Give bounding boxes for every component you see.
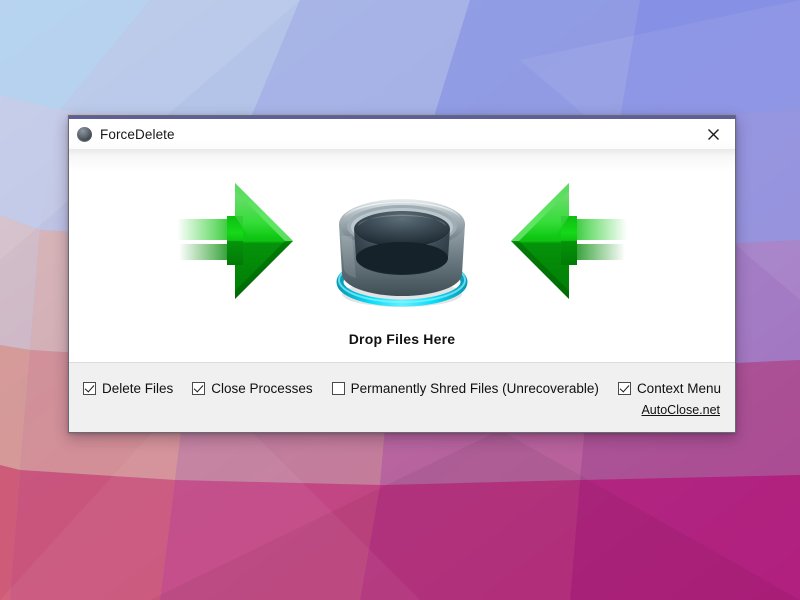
options-footer: Delete Files Close Processes Permanently… xyxy=(69,362,735,432)
forcedelete-window: ForceDelete Drop Files Here Delete Files… xyxy=(68,115,736,433)
autoclose-link[interactable]: AutoClose.net xyxy=(641,403,720,417)
checkbox-delete-files[interactable] xyxy=(83,381,96,395)
option-label-close-processes: Close Processes xyxy=(211,380,313,396)
drop-zone[interactable]: Drop Files Here xyxy=(69,149,735,362)
option-label-delete-files: Delete Files xyxy=(102,380,174,396)
green-arrow-left-icon xyxy=(497,168,647,318)
checkbox-permanently-shred-files[interactable] xyxy=(331,381,345,395)
option-label-context-menu: Context Menu xyxy=(636,380,721,396)
link-row: AutoClose.net xyxy=(83,403,721,417)
option-delete-files[interactable]: Delete Files xyxy=(83,381,173,396)
recycle-bin-icon xyxy=(327,173,477,313)
titlebar: ForceDelete xyxy=(69,116,735,149)
checkbox-context-menu[interactable] xyxy=(617,381,631,395)
drop-zone-icons xyxy=(69,163,735,323)
drop-files-label: Drop Files Here xyxy=(348,331,456,347)
green-arrow-right-icon xyxy=(157,168,307,318)
option-label-permanently-shred-files: Permanently Shred Files (Unrecoverable) xyxy=(350,380,599,396)
sphere-icon xyxy=(77,126,92,142)
option-permanently-shred-files[interactable]: Permanently Shred Files (Unrecoverable) xyxy=(331,380,599,396)
window-title: ForceDelete xyxy=(100,126,175,142)
close-button[interactable] xyxy=(691,119,735,149)
option-close-processes[interactable]: Close Processes xyxy=(192,380,313,396)
checkbox-close-processes[interactable] xyxy=(192,381,206,395)
options-row: Delete Files Close Processes Permanently… xyxy=(83,381,721,396)
close-icon xyxy=(707,128,719,140)
option-context-menu[interactable]: Context Menu xyxy=(617,380,721,396)
